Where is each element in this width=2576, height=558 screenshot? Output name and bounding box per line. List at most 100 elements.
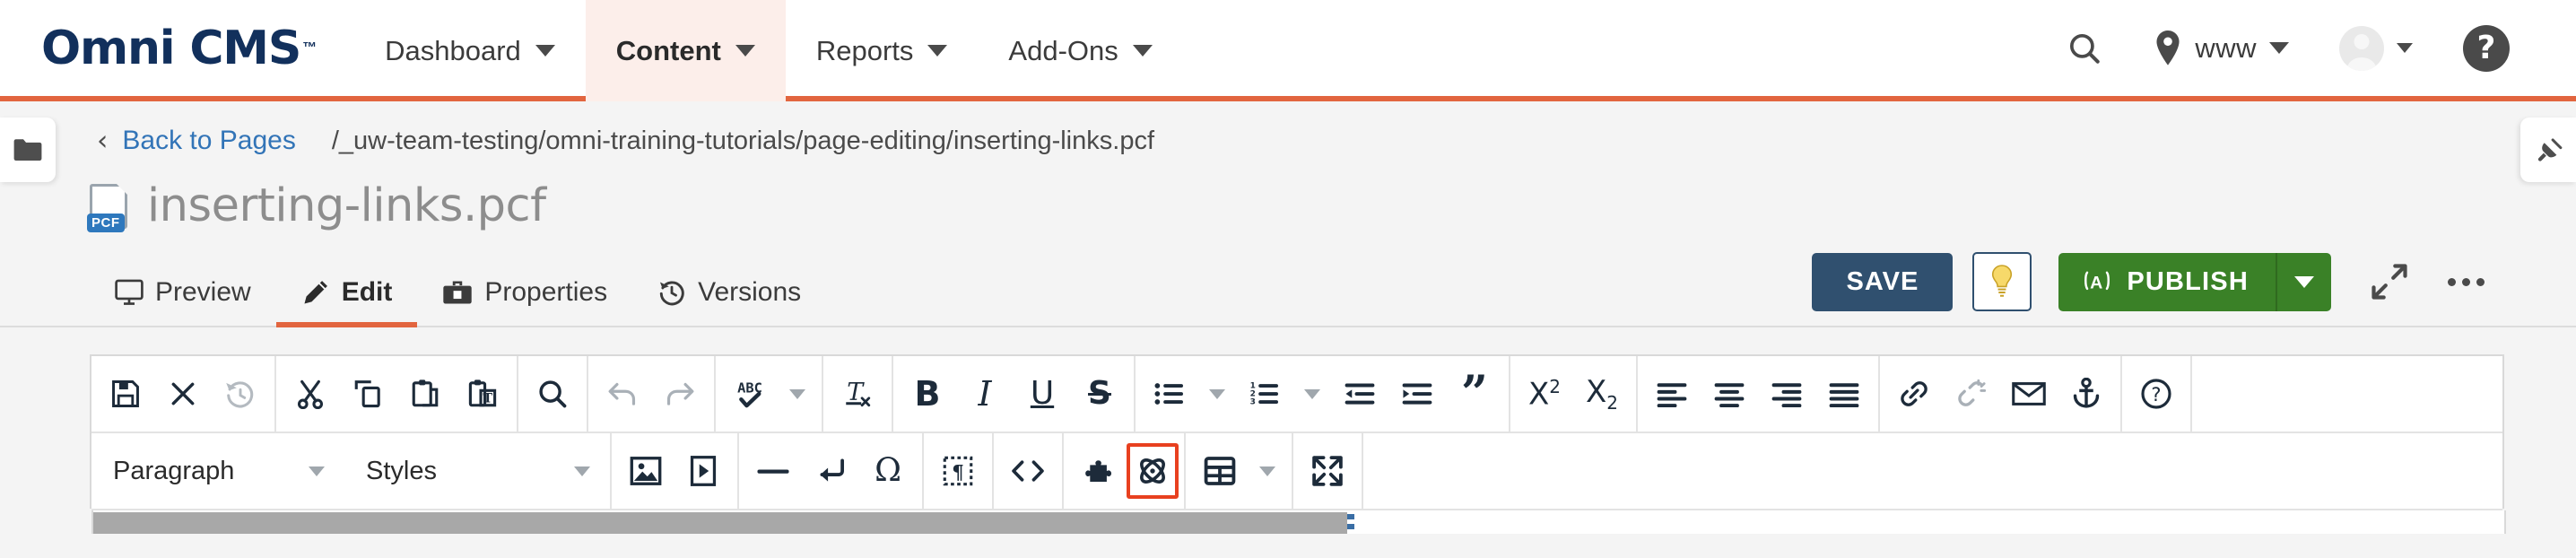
insert-asset-icon-button[interactable] [1127, 443, 1179, 499]
back-to-pages-link[interactable]: Back to Pages [122, 126, 295, 156]
paragraph-format-select[interactable]: Paragraph [91, 435, 344, 507]
file-navigation-panel-toggle[interactable] [0, 118, 56, 182]
table-dropdown-button[interactable] [1249, 435, 1286, 507]
nav-item-dashboard[interactable]: Dashboard [354, 0, 586, 101]
bulleted-list-icon [1153, 380, 1186, 407]
superscript-icon-button[interactable]: X2 [1516, 358, 1573, 430]
bulleted-list-icon-button[interactable] [1141, 358, 1198, 430]
fullscreen-icon [1310, 454, 1345, 488]
insert-link-icon [1898, 378, 1930, 410]
scrollbar-thumb[interactable] [93, 512, 1347, 534]
page-check-button[interactable] [1972, 252, 2032, 311]
copy-icon [352, 379, 383, 409]
more-options-icon [2448, 278, 2485, 286]
tab-properties[interactable]: Properties [417, 270, 632, 327]
view-tabs: Preview Edit Properties [90, 270, 826, 326]
toolbar-group-format-selects: Paragraph Styles [91, 433, 612, 509]
align-left-icon-button[interactable] [1643, 358, 1701, 430]
tab-edit[interactable]: Edit [276, 270, 418, 327]
revert-icon-button[interactable] [212, 358, 269, 430]
outdent-icon-button[interactable] [1331, 358, 1388, 430]
editor-help-icon-button[interactable]: ? [2128, 358, 2185, 430]
insert-video-icon [690, 456, 717, 486]
spellcheck-icon-button[interactable]: ABC [721, 358, 779, 430]
insert-link-icon-button[interactable] [1885, 358, 1943, 430]
paste-icon-button[interactable] [396, 358, 454, 430]
justify-icon-button[interactable] [1815, 358, 1873, 430]
svg-text:A: A [2090, 273, 2104, 292]
save-icon-button[interactable] [97, 358, 154, 430]
user-menu-button[interactable] [2314, 0, 2438, 96]
horizontal-rule-icon-button[interactable] [744, 435, 802, 507]
insert-table-icon-button[interactable] [1191, 435, 1249, 507]
publish-button-group: A PUBLISH [2058, 253, 2331, 311]
numbered-list-icon-button[interactable]: 1 2 3 [1236, 358, 1293, 430]
expand-editor-button[interactable] [2351, 263, 2428, 301]
tab-versions[interactable]: Versions [632, 270, 826, 327]
app-logo[interactable]: Omni CMS™ [0, 0, 354, 96]
save-button[interactable]: SAVE [1812, 253, 1953, 311]
chevron-down-icon [2294, 276, 2314, 288]
email-link-icon-button[interactable] [2000, 358, 2058, 430]
subscript-icon-button[interactable]: X2 [1573, 358, 1631, 430]
back-chevron-icon[interactable]: ‹ [97, 127, 108, 155]
fullscreen-icon-button[interactable] [1299, 435, 1356, 507]
chevron-down-icon [574, 466, 590, 476]
pcf-badge-label: PCF [87, 214, 125, 232]
find-replace-icon-button[interactable] [524, 358, 581, 430]
align-center-icon-button[interactable] [1701, 358, 1758, 430]
subscript-icon: X2 [1586, 377, 1618, 412]
copy-icon-button[interactable] [339, 358, 396, 430]
close-icon-button[interactable] [154, 358, 212, 430]
undo-icon-button[interactable] [594, 358, 651, 430]
show-blocks-icon-button[interactable]: ¶ [929, 435, 987, 507]
help-button[interactable]: ? [2438, 0, 2535, 96]
nav-item-add-ons[interactable]: Add-Ons [978, 0, 1182, 101]
gadgets-panel-toggle[interactable] [2520, 118, 2576, 182]
nav-item-content[interactable]: Content [586, 0, 786, 101]
redo-icon-button[interactable] [651, 358, 709, 430]
underline-icon-button[interactable]: U [1014, 358, 1071, 430]
close-icon [169, 379, 197, 408]
line-break-icon-button[interactable] [802, 435, 859, 507]
unlink-icon [1955, 378, 1988, 410]
paste-as-text-icon-button[interactable]: T [454, 358, 511, 430]
chevron-down-icon [735, 45, 755, 57]
bulleted-list-dropdown-button[interactable] [1198, 358, 1236, 430]
more-options-button[interactable] [2428, 278, 2504, 286]
indent-icon-button[interactable] [1388, 358, 1446, 430]
nav-item-reports[interactable]: Reports [786, 0, 979, 101]
source-code-icon-button[interactable] [999, 435, 1057, 507]
publish-button[interactable]: A PUBLISH [2058, 253, 2276, 311]
broadcast-icon: A [2082, 268, 2112, 295]
unlink-icon-button[interactable] [1943, 358, 2000, 430]
strikethrough-icon-button[interactable]: S [1071, 358, 1128, 430]
cut-icon-button[interactable] [282, 358, 339, 430]
tab-label: Properties [484, 277, 607, 308]
anchor-icon-button[interactable] [2058, 358, 2115, 430]
plug-icon [2533, 135, 2563, 165]
align-right-icon-button[interactable] [1758, 358, 1815, 430]
italic-icon-button[interactable]: I [956, 358, 1014, 430]
toolbar-group-lists: 1 2 3 [1136, 356, 1510, 432]
bold-icon-button[interactable]: B [899, 358, 956, 430]
italic-icon: I [978, 377, 991, 411]
toolbar-group-text-style: B I U S [893, 356, 1136, 432]
styles-select[interactable]: Styles [344, 435, 610, 507]
folder-icon [13, 137, 43, 162]
tab-preview[interactable]: Preview [90, 270, 276, 327]
publish-dropdown-button[interactable] [2276, 253, 2331, 311]
spellcheck-dropdown-button[interactable] [779, 358, 816, 430]
insert-video-icon-button[interactable] [674, 435, 732, 507]
blockquote-icon-button[interactable]: ” [1446, 358, 1503, 430]
special-character-icon: Ω [875, 455, 901, 487]
special-character-icon-button[interactable]: Ω [859, 435, 917, 507]
numbered-list-dropdown-button[interactable] [1293, 358, 1331, 430]
insert-component-icon-button[interactable] [1069, 435, 1127, 507]
editor-horizontal-scrollbar[interactable] [91, 510, 2506, 534]
insert-image-icon-button[interactable] [617, 435, 674, 507]
site-switcher-button[interactable]: www [2128, 0, 2314, 96]
global-search-button[interactable] [2041, 0, 2128, 96]
chevron-down-icon [309, 466, 325, 476]
remove-format-icon-button[interactable]: T [829, 358, 886, 430]
